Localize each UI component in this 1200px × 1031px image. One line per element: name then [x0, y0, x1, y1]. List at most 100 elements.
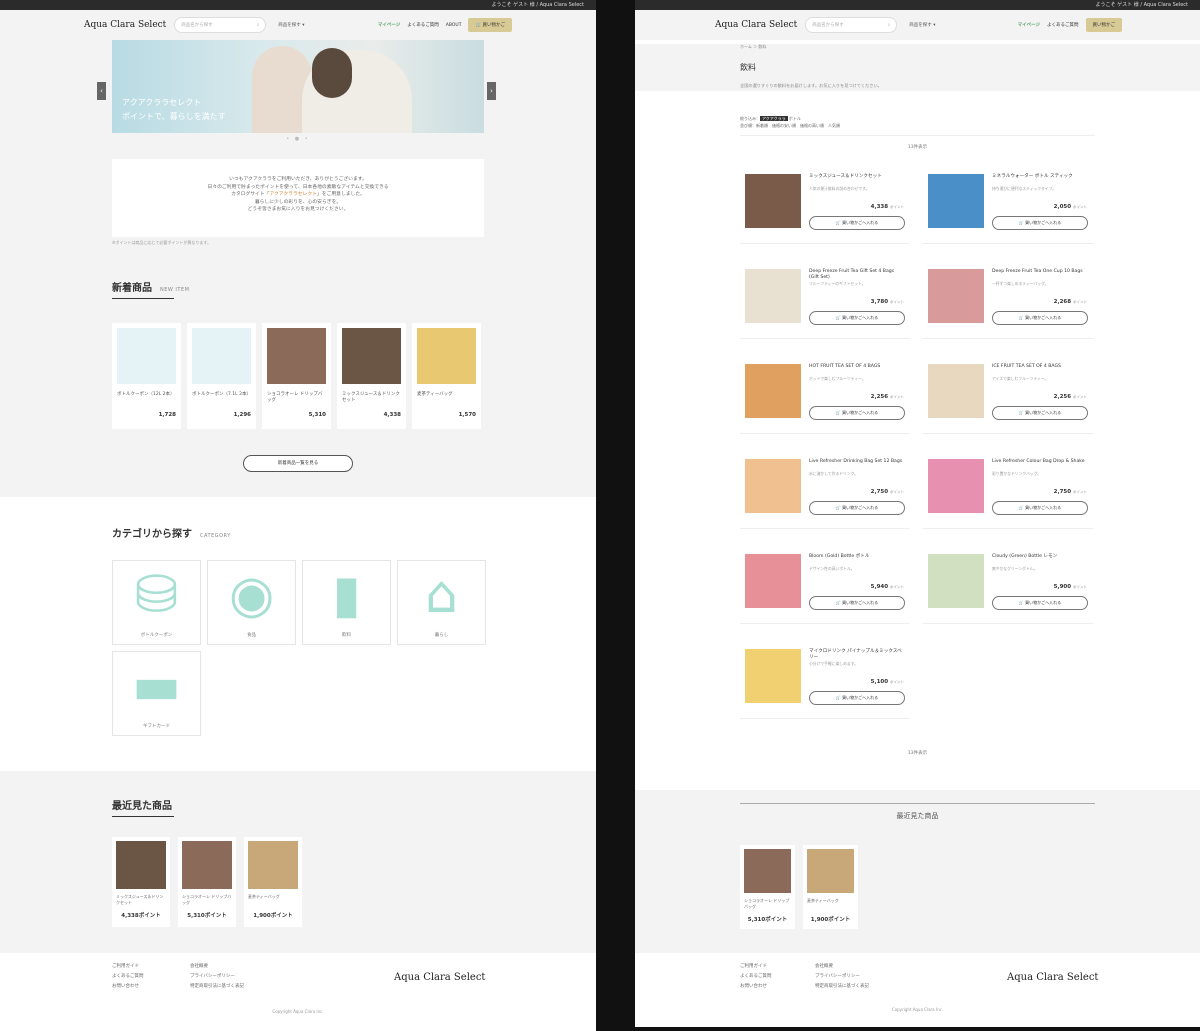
product-price: 5,100 ポイント: [871, 679, 904, 685]
recent-card[interactable]: ショコラオーレ ドリップバッグ 5,310ポイント: [740, 845, 795, 929]
footer-link[interactable]: プライバシーポリシー: [190, 972, 244, 982]
faq-link[interactable]: よくあるご質問: [407, 22, 439, 28]
product-name: ボトルクーポン（7.1L 2本）: [192, 392, 251, 397]
category-select[interactable]: 商品を探す ▾: [909, 22, 935, 28]
add-to-cart-button[interactable]: 🛒 買い物かごへ入れる: [992, 596, 1088, 610]
product-card[interactable]: Deep Freeze Fruit Tea One Cup 10 Bags 一杯ず…: [923, 255, 1093, 339]
recent-image: [116, 841, 166, 889]
price-unit: ポイント: [1073, 300, 1087, 304]
product-card[interactable]: ミックスジュース＆ドリンクセット 人気の果汁飲料の詰め合わせです。 4,338 ポイ…: [740, 160, 910, 244]
recent-card[interactable]: ショコラオーレ ドリップバッグ 5,310ポイント: [178, 837, 236, 927]
category-drink[interactable]: ▮ 飲料: [302, 560, 391, 645]
add-to-cart-button[interactable]: 🛒 買い物かごへ入れる: [992, 406, 1088, 420]
footer-link[interactable]: よくあるご質問: [112, 972, 144, 982]
footer-link[interactable]: プライバシーポリシー: [815, 972, 869, 982]
top-bar: ようこそ ゲスト 様 / Aqua Clara Select: [0, 0, 596, 10]
price-unit: ポイント: [1073, 585, 1087, 589]
category-gift-card[interactable]: ▬ ギフトカード: [112, 651, 201, 736]
product-description: 彩り豊かなドリンクバッグ。: [992, 471, 1041, 476]
product-price: 2,750 ポイント: [1054, 489, 1087, 495]
product-name: ICE FRUIT TEA SET OF 4 BAGS: [992, 364, 1061, 369]
carousel-prev-icon[interactable]: ‹: [97, 82, 106, 100]
category-food[interactable]: ◉ 食品: [207, 560, 296, 645]
footer-link[interactable]: ご利用ガイド: [112, 962, 144, 972]
recent-card[interactable]: 麦茶ティーバッグ 1,900ポイント: [244, 837, 302, 927]
mypage-link[interactable]: マイページ: [378, 22, 400, 28]
product-image: [745, 459, 801, 513]
product-card[interactable]: ボトルクーポン（12L 2本） 1,728: [112, 323, 181, 429]
footer-link[interactable]: 会社概要: [190, 962, 244, 972]
footer-link[interactable]: 会社概要: [815, 962, 869, 972]
product-card[interactable]: Live Refresher Drinking Bag Set 12 Bags 水…: [740, 445, 910, 529]
add-to-cart-label: 買い物かごへ入れる: [1025, 410, 1062, 415]
breadcrumb[interactable]: ホーム ＞ 飲料: [740, 44, 1095, 50]
product-name: Live Refresher Colour Bag Drop & Shake: [992, 459, 1085, 464]
add-to-cart-label: 買い物かごへ入れる: [1025, 505, 1062, 510]
filter-chip[interactable]: ボトル: [789, 116, 801, 121]
search-input[interactable]: 商品名から探す ⌕: [174, 17, 267, 33]
price-value: 5,100: [870, 679, 889, 685]
filter-chip-selected[interactable]: アクアクララ: [760, 116, 788, 121]
add-to-cart-button[interactable]: 🛒 買い物かごへ入れる: [809, 311, 905, 325]
footer-links-2: 会社概要 プライバシーポリシー 特定商取引法に基づく表記: [190, 962, 244, 992]
page-title: 飲料: [740, 63, 756, 72]
product-description: 一杯ずつ楽しめるティーバッグ。: [992, 281, 1049, 286]
category-living[interactable]: ⌂ 暮らし: [397, 560, 486, 645]
price-unit: ポイント: [890, 680, 904, 684]
add-to-cart-button[interactable]: 🛒 買い物かごへ入れる: [992, 216, 1088, 230]
product-card[interactable]: マイクロドリンク パイナップル＆ミックスベリー 小分けで手軽に楽しめます。 5,10…: [740, 635, 910, 719]
hero-banner[interactable]: アクアクララセレクト ポイントで、暮らしを満たす: [112, 40, 484, 133]
add-to-cart-button[interactable]: 🛒 買い物かごへ入れる: [809, 216, 905, 230]
faq-link[interactable]: よくあるご質問: [1047, 22, 1079, 28]
product-description: 小分けで手軽に楽しめます。: [809, 661, 858, 666]
about-link[interactable]: ABOUT: [446, 23, 462, 28]
view-new-items-button[interactable]: 新着商品一覧を見る: [243, 455, 353, 472]
add-to-cart-button[interactable]: 🛒 買い物かごへ入れる: [809, 501, 905, 515]
product-card[interactable]: ボトルクーポン（7.1L 2本） 1,296: [187, 323, 256, 429]
footer-link[interactable]: 特定商取引法に基づく表記: [815, 982, 869, 992]
product-card[interactable]: Deep Freeze Fruit Tea Gift Set 4 Bags (G…: [740, 255, 910, 339]
product-card[interactable]: Live Refresher Colour Bag Drop & Shake 彩り…: [923, 445, 1093, 529]
category-select[interactable]: 商品を探す ▾: [278, 22, 304, 28]
product-card[interactable]: ミネラルウォーター ボトル スティック 持ち運びに便利なスティックタイプ。 2,05…: [923, 160, 1093, 244]
site-footer: ご利用ガイド よくあるご質問 お問い合わせ 会社概要 プライバシーポリシー 特定商取引法…: [0, 953, 596, 1031]
add-to-cart-button[interactable]: 🛒 買い物かごへ入れる: [809, 691, 905, 705]
footer-logo[interactable]: Aqua Clara Select: [394, 972, 485, 983]
footer-link[interactable]: よくあるご質問: [740, 972, 772, 982]
product-card[interactable]: 麦茶ティーバッグ 1,570: [412, 323, 481, 429]
search-input[interactable]: 商品名から探す ⌕: [805, 17, 898, 33]
cart-button[interactable]: 買い物かご: [1085, 18, 1122, 32]
footer-link[interactable]: お問い合わせ: [740, 982, 772, 992]
product-image: [928, 554, 984, 608]
new-items-title: 新着商品: [112, 283, 152, 294]
site-logo[interactable]: Aqua Clara Select: [715, 20, 797, 30]
cart-button[interactable]: 🛒 買い物かご: [468, 18, 512, 32]
cart-icon: 🛒: [835, 315, 841, 320]
add-to-cart-button[interactable]: 🛒 買い物かごへ入れる: [809, 406, 905, 420]
carousel-dots[interactable]: • ● •: [0, 136, 596, 142]
add-to-cart-button[interactable]: 🛒 買い物かごへ入れる: [992, 501, 1088, 515]
footer-logo[interactable]: Aqua Clara Select: [1007, 972, 1098, 983]
category-bottle-coupon[interactable]: ⛁ ボトルクーポン: [112, 560, 201, 645]
search-icon[interactable]: ⌕: [888, 22, 891, 28]
product-card[interactable]: HOT FRUIT TEA SET OF 4 BAGS ホットで楽しむフルーツティ…: [740, 350, 910, 434]
footer-link[interactable]: お問い合わせ: [112, 982, 144, 992]
product-card[interactable]: ミックスジュース＆ドリンクセット 4,338: [337, 323, 406, 429]
recent-card[interactable]: 麦茶ティーバッグ 1,900ポイント: [803, 845, 858, 929]
site-logo[interactable]: Aqua Clara Select: [84, 20, 166, 30]
carousel-next-icon[interactable]: ›: [487, 82, 496, 100]
footer-link[interactable]: 特定商取引法に基づく表記: [190, 982, 244, 992]
footer-link[interactable]: ご利用ガイド: [740, 962, 772, 972]
recent-card[interactable]: ミックスジュース＆ドリンクセット 4,338ポイント: [112, 837, 170, 927]
product-card[interactable]: Cloudy (Green) Bottle レモン 爽やかなグリーンボトル。 5,9…: [923, 540, 1093, 624]
product-card[interactable]: Bloom (Gold) Bottle ボトル デザイン性の高いボトル。 5,940…: [740, 540, 910, 624]
product-name: Deep Freeze Fruit Tea One Cup 10 Bags: [992, 269, 1083, 274]
product-card[interactable]: ショコラオーレ ドリップバッグ 5,310: [262, 323, 331, 429]
product-card[interactable]: ICE FRUIT TEA SET OF 4 BAGS アイスで楽しむフルーツティ…: [923, 350, 1093, 434]
price-value: 2,050: [1053, 204, 1072, 210]
add-to-cart-button[interactable]: 🛒 買い物かごへ入れる: [992, 311, 1088, 325]
mypage-link[interactable]: マイページ: [1018, 22, 1040, 28]
add-to-cart-button[interactable]: 🛒 買い物かごへ入れる: [809, 596, 905, 610]
search-icon[interactable]: ⌕: [257, 22, 260, 28]
sort-row[interactable]: 並び順：新着順 価格の安い順 価格の高い順 人気順: [740, 122, 1095, 129]
